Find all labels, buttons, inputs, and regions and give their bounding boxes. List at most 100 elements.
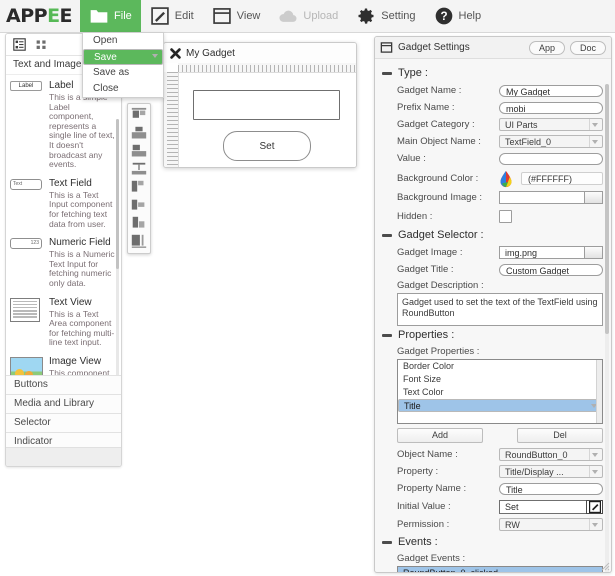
menu-setting[interactable]: Setting — [347, 0, 424, 32]
file-menu-item-close[interactable]: Close — [83, 81, 163, 97]
collapse-minus-icon[interactable] — [382, 333, 392, 337]
svg-text:?: ? — [440, 10, 447, 23]
collapse-minus-icon[interactable] — [382, 233, 392, 237]
gadget-description-textarea[interactable]: Gadget used to set the text of the TextF… — [397, 293, 603, 326]
gadget-category-select[interactable]: UI Parts — [499, 118, 603, 131]
library-scrollbar-thumb[interactable] — [116, 119, 119, 269]
permission-value: RW — [505, 520, 520, 530]
align-left-icon[interactable] — [130, 179, 148, 196]
grid-view-icon[interactable] — [35, 38, 48, 51]
align-center-horizontal-icon[interactable] — [130, 197, 148, 214]
component-list[interactable]: Label Label This is a simple Label compo… — [6, 75, 121, 375]
property-name-label: Property Name : — [397, 483, 467, 494]
menu-file[interactable]: File — [80, 0, 141, 32]
tab-doc[interactable]: Doc — [569, 40, 606, 55]
event-list-item-selected[interactable]: RoundButton_0_clicked — [398, 567, 602, 572]
library-group-media-and-library[interactable]: Media and Library — [6, 394, 121, 413]
property-list-item-selected[interactable]: Title — [398, 399, 602, 412]
component-item-image-view[interactable]: Image View This component enables to dis… — [6, 351, 121, 375]
prefix-name-input[interactable]: mobi — [499, 101, 603, 114]
property-select[interactable]: Title/Display ... — [499, 465, 603, 478]
section-events-title: Events : — [398, 536, 438, 548]
panel-resize-handle[interactable] — [601, 562, 610, 571]
file-menu-item-save[interactable]: Save — [83, 49, 163, 65]
align-bottom-icon[interactable] — [130, 143, 148, 160]
align-right-icon[interactable] — [130, 215, 148, 232]
property-list-scrollbar[interactable] — [596, 360, 602, 423]
background-image-browse-button[interactable] — [584, 191, 603, 204]
background-image-filefield[interactable] — [499, 191, 603, 204]
menu-help[interactable]: ? Help — [425, 0, 491, 32]
gadget-events-listbox[interactable]: RoundButton_0_clicked — [397, 566, 603, 572]
component-title: Numeric Field — [49, 237, 111, 249]
menu-view[interactable]: View — [203, 0, 270, 32]
section-properties[interactable]: Properties : — [375, 326, 611, 344]
hidden-checkbox[interactable] — [499, 209, 512, 223]
main-object-name-value: TextField_0 — [505, 137, 552, 147]
main-object-name-select[interactable]: TextField_0 — [499, 135, 603, 148]
gadget-properties-listbox[interactable]: Border Color Font Size Text Color Title — [397, 359, 603, 424]
gadget-canvas[interactable]: Set — [179, 73, 356, 167]
library-group-selector[interactable]: Selector — [6, 413, 121, 432]
library-panel-footer — [6, 447, 121, 466]
field-property: Property : Title/Display ... — [375, 463, 611, 480]
background-image-input[interactable] — [499, 191, 584, 204]
library-group-buttons[interactable]: Buttons — [6, 375, 121, 394]
settings-scrollbar[interactable] — [605, 84, 609, 572]
textfield-thumb-text: Text — [13, 180, 23, 187]
gadget-image-filefield[interactable]: img.png — [499, 246, 603, 259]
property-list-item[interactable]: Font Size — [398, 373, 602, 386]
color-picker-icon[interactable] — [499, 170, 513, 188]
list-view-icon[interactable] — [13, 38, 26, 51]
field-object-name: Object Name : RoundButton_0 — [375, 446, 611, 463]
distribute-vertical-icon[interactable] — [130, 161, 148, 178]
pencil-square-icon[interactable] — [586, 499, 603, 514]
tab-app[interactable]: App — [528, 40, 565, 55]
file-menu-item-save-as[interactable]: Save as — [83, 65, 163, 81]
component-item-text-view[interactable]: Text View This is a Text Area component … — [6, 292, 121, 351]
object-name-value: RoundButton_0 — [505, 450, 568, 460]
gadget-image-input[interactable]: img.png — [499, 246, 584, 259]
gadget-category-value: UI Parts — [505, 120, 538, 130]
align-center-vertical-icon[interactable] — [130, 125, 148, 142]
property-name-input[interactable]: Title — [499, 482, 603, 495]
align-top-icon[interactable] — [130, 107, 148, 124]
distribute-horizontal-icon[interactable] — [130, 233, 148, 250]
component-item-text-field[interactable]: Text Text Field This is a Text Input com… — [6, 173, 121, 232]
gadget-image-browse-button[interactable] — [584, 246, 603, 259]
menu-edit-label: Edit — [174, 10, 194, 22]
object-name-select[interactable]: RoundButton_0 — [499, 448, 603, 461]
gadget-name-input[interactable]: My Gadget — [499, 84, 603, 97]
menu-upload-label: Upload — [303, 10, 339, 22]
gadget-title-input[interactable]: Custom Gadget — [499, 263, 603, 276]
background-color-hex[interactable]: (#FFFFFF) — [521, 171, 603, 185]
gadget-category-label: Gadget Category : — [397, 119, 475, 130]
initial-value-field[interactable]: Set — [499, 499, 603, 514]
close-icon[interactable] — [170, 47, 181, 59]
field-permission: Permission : RW — [375, 516, 611, 533]
add-property-button[interactable]: Add — [397, 428, 483, 443]
canvas-round-button[interactable]: Set — [223, 131, 311, 161]
gadget-window-titlebar: My Gadget — [164, 43, 356, 63]
permission-select[interactable]: RW — [499, 518, 603, 531]
pencil-square-icon — [150, 6, 170, 26]
delete-property-button[interactable]: Del — [517, 428, 603, 443]
property-list-item[interactable]: Text Color — [398, 386, 602, 399]
section-gadget-selector[interactable]: Gadget Selector : — [375, 226, 611, 244]
menu-edit[interactable]: Edit — [141, 0, 203, 32]
file-menu-item-open[interactable]: Open — [83, 33, 163, 49]
section-events[interactable]: Events : — [375, 533, 611, 551]
component-item-numeric-field[interactable]: 123 Numeric Field This is a Numeric Text… — [6, 232, 121, 291]
property-list-item[interactable]: Border Color — [398, 360, 602, 373]
settings-scrollbar-thumb[interactable] — [605, 84, 609, 334]
value-input[interactable] — [499, 152, 603, 165]
field-gadget-category: Gadget Category : UI Parts — [375, 116, 611, 133]
canvas-textfield[interactable] — [193, 90, 340, 120]
library-scrollbar[interactable] — [116, 119, 119, 375]
collapse-minus-icon[interactable] — [382, 540, 392, 544]
initial-value-input[interactable]: Set — [499, 499, 586, 514]
collapse-minus-icon[interactable] — [382, 71, 392, 75]
value-label: Value : — [397, 153, 426, 164]
menu-upload[interactable]: Upload — [269, 0, 347, 32]
section-type[interactable]: Type : — [375, 64, 611, 82]
